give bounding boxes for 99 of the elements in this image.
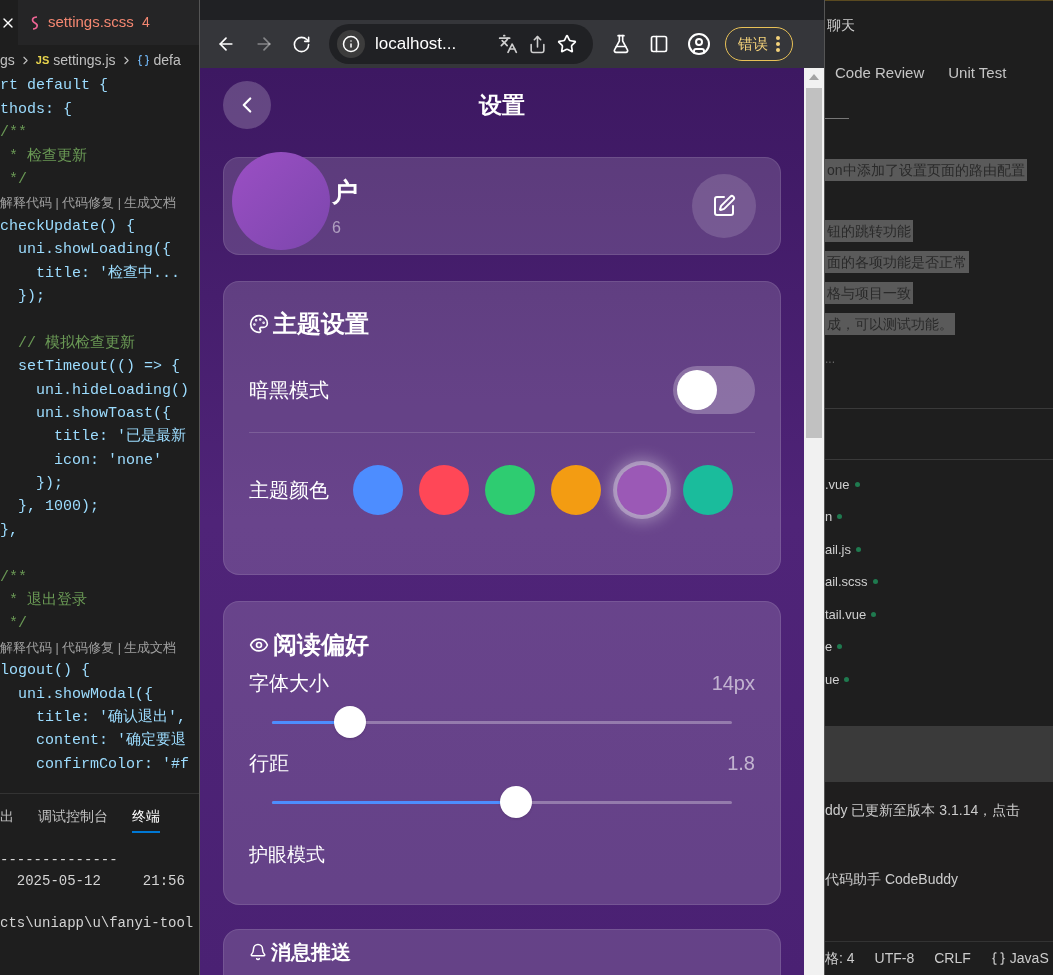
panel-title: 聊天 — [827, 16, 855, 35]
side-panel-icon[interactable] — [649, 34, 669, 54]
edit-icon — [712, 194, 736, 218]
bell-icon — [249, 943, 267, 961]
code-line: }, 1000); — [17, 497, 100, 518]
assistant-tab[interactable]: Unit Test — [948, 61, 1007, 85]
status-item[interactable]: JavaS — [1009, 948, 1049, 969]
braces-icon — [990, 951, 1006, 966]
breadcrumb-item[interactable]: defa — [153, 49, 181, 71]
eye-icon — [249, 635, 269, 655]
section-heading: 主题设置 — [273, 309, 369, 339]
braces-icon — [136, 53, 150, 67]
code-line: uni.hideLoading() — [35, 380, 190, 401]
code-lens[interactable]: 解释代码 | 代码修复 | 生成文档 — [0, 638, 177, 658]
user-id: 6 — [332, 217, 342, 238]
file-name[interactable]: n — [825, 507, 833, 527]
page-title: 设置 — [479, 90, 525, 120]
code-comment: */ — [8, 614, 27, 635]
chat-ellipsis: ... — [825, 351, 835, 368]
breadcrumb-item[interactable]: gs — [0, 49, 15, 71]
status-item[interactable]: CRLF — [934, 948, 971, 969]
editor-tab[interactable]: settings.scss — [48, 11, 134, 34]
code-comment: */ — [8, 170, 27, 190]
file-name[interactable]: .vue — [825, 474, 850, 494]
code-line: rt default { — [0, 76, 109, 97]
code-line: content: '确定要退 — [35, 730, 187, 752]
address-bar[interactable]: localhost... — [329, 24, 593, 64]
code-line: uni.showToast({ — [35, 403, 172, 424]
star-icon[interactable] — [557, 34, 577, 54]
terminal-line: cts\uniapp\u\fanyi-tool — [0, 914, 194, 931]
code-line: confirmColor: '#f — [35, 754, 190, 775]
file-name[interactable]: ail.scss — [825, 572, 868, 592]
code-line: }); — [17, 286, 45, 307]
code-comment: /** — [0, 567, 27, 588]
code-comment: * 检查更新 — [8, 146, 87, 167]
color-swatch[interactable] — [353, 465, 403, 515]
user-name: 户 — [332, 175, 358, 209]
code-lens[interactable]: 解释代码 | 代码修复 | 生成文档 — [0, 194, 177, 213]
slider-label: 行距 — [249, 751, 289, 776]
js-file-icon: JS — [35, 51, 50, 69]
color-swatch[interactable] — [485, 465, 535, 515]
code-line: thods: { — [0, 99, 72, 120]
code-line: checkUpdate() { — [0, 216, 136, 237]
code-line: uni.showLoading({ — [17, 240, 172, 261]
notification-text: ddy 已更新至版本 3.1.14，点击 — [825, 800, 1022, 820]
file-name[interactable]: tail.vue — [825, 604, 867, 624]
share-icon[interactable] — [528, 34, 547, 54]
flask-icon[interactable] — [611, 34, 631, 54]
slider-thumb[interactable] — [334, 706, 367, 738]
code-line: title: '已是最新 — [53, 426, 187, 448]
code-comment: * 退出登录 — [8, 590, 87, 612]
code-line: uni.showModal({ — [17, 684, 154, 705]
code-line: }); — [35, 474, 63, 495]
setting-label: 护眼模式 — [249, 842, 325, 867]
slider-value: 14px — [711, 671, 755, 696]
reload-icon[interactable] — [292, 34, 311, 54]
notification-source: 代码助手 CodeBuddy — [825, 869, 960, 889]
section-heading: 消息推送 — [271, 940, 351, 964]
scrollbar[interactable] — [804, 68, 824, 975]
problem-count: 4 — [141, 13, 150, 32]
back-button[interactable] — [223, 81, 271, 129]
sass-file-icon — [30, 15, 40, 30]
menu-icon — [776, 36, 780, 52]
palette-icon — [249, 314, 269, 334]
panel-tab[interactable]: 调试控制台 — [38, 805, 108, 833]
file-name[interactable]: ue — [825, 669, 840, 689]
dark-mode-toggle[interactable] — [673, 366, 755, 414]
terminal-line: 2025-05-12 21:56 — [15, 872, 185, 889]
terminal-line: -------------- — [0, 851, 118, 868]
code-line: }, — [0, 520, 18, 541]
file-name[interactable]: e — [825, 637, 833, 657]
breadcrumb-item[interactable]: settings.js — [53, 49, 116, 71]
translate-icon[interactable] — [498, 34, 518, 54]
color-swatch[interactable] — [551, 465, 601, 515]
slider-thumb[interactable] — [499, 786, 532, 818]
code-comment: /** — [0, 123, 27, 144]
slider-value: 1.8 — [727, 751, 755, 776]
panel-tab[interactable]: 终端 — [132, 805, 160, 833]
color-swatch[interactable] — [419, 465, 469, 515]
info-icon[interactable] — [342, 35, 360, 53]
panel-tab[interactable]: 出 — [0, 805, 14, 833]
status-item[interactable]: UTF-8 — [874, 948, 915, 969]
code-line: setTimeout(() => { — [17, 357, 181, 378]
address-text: localhost... — [375, 33, 457, 56]
code-line: title: '检查中... — [35, 263, 181, 284]
code-line: title: '确认退出', — [35, 707, 187, 728]
code-comment: // 模拟检查更新 — [17, 333, 135, 354]
setting-label: 主题颜色 — [249, 478, 329, 503]
profile-icon[interactable] — [687, 32, 711, 56]
code-line: logout() { — [0, 661, 90, 682]
section-heading: 阅读偏好 — [273, 630, 369, 660]
slider-label: 字体大小 — [249, 671, 329, 696]
status-item[interactable]: 格: 4 — [825, 948, 855, 969]
color-swatch[interactable] — [617, 465, 667, 515]
assistant-tab[interactable]: Code Review — [835, 61, 925, 85]
setting-label: 暗黑模式 — [249, 378, 329, 403]
file-name[interactable]: ail.js — [825, 539, 851, 559]
color-swatch[interactable] — [683, 465, 733, 515]
code-line: icon: 'none' — [53, 450, 163, 471]
